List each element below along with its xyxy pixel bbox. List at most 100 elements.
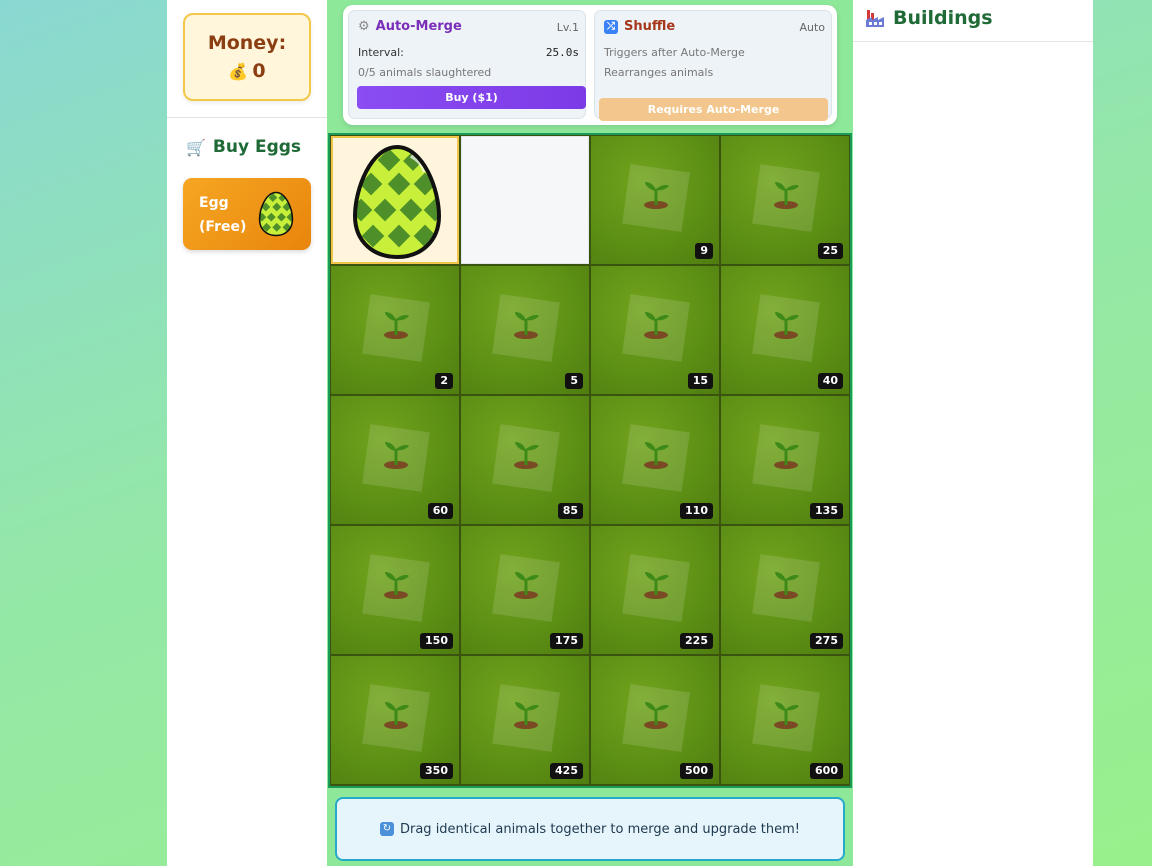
grid-cell-grass[interactable]: 9 [591,136,719,264]
grid-cell-grass[interactable]: 500 [591,656,719,784]
egg-icon [258,191,294,237]
cell-value-badge: 275 [810,633,843,649]
cell-value-badge: 225 [680,633,713,649]
cell-value-badge: 40 [817,373,843,389]
sprout-icon [511,695,541,729]
sprout-icon [641,175,671,209]
auto-merge-title: ⚙ Auto-Merge [358,19,462,34]
sprout-icon [381,695,411,729]
grid-cell-grass[interactable]: 5 [461,266,589,394]
egg-button-line1: Egg [199,195,229,211]
shuffle-card: ⤮ Shuffle Auto Triggers after Auto-Merge… [594,10,832,121]
buy-eggs-heading: 🛒 Buy Eggs [186,137,301,157]
shuffle-desc-2: Rearranges animals [604,66,714,79]
buy-eggs-title: Buy Eggs [212,137,302,157]
grid-cell-grass[interactable]: 25 [721,136,849,264]
cell-value-badge: 350 [420,763,453,779]
shuffle-desc-1: Triggers after Auto-Merge [604,46,745,59]
divider [167,117,327,118]
grid-cell-grass[interactable]: 110 [591,396,719,524]
buildings-title: Buildings [893,7,993,29]
cell-value-badge: 175 [550,633,583,649]
sprout-icon [771,175,801,209]
sprout-icon [641,435,671,469]
refresh-icon: ↻ [379,822,394,836]
sprout-icon [511,305,541,339]
grid-cell-grass[interactable]: 2 [331,266,459,394]
shuffle-title-text: Shuffle [624,19,676,34]
grid-cell-grass[interactable]: 60 [331,396,459,524]
hint-banner: ↻ Drag identical animals together to mer… [335,797,845,861]
merge-grid: 9 25 2 5 15 40 60 85 110 135 150 175 225 275 350 425 500… [328,133,852,788]
cell-value-badge: 500 [680,763,713,779]
sprout-icon [511,565,541,599]
right-panel: Buildings [853,0,1093,866]
cart-icon: 🛒 [186,137,206,157]
cell-value-badge: 5 [565,373,583,389]
cell-value-badge: 425 [550,763,583,779]
grid-cell-grass[interactable]: 150 [331,526,459,654]
cell-value-badge: 110 [680,503,713,519]
sprout-icon [771,435,801,469]
gear-icon: ⚙ [358,19,370,34]
auto-merge-title-text: Auto-Merge [375,19,462,34]
slaughter-progress: 0/5 animals slaughtered [358,66,492,79]
grid-cell-grass[interactable]: 175 [461,526,589,654]
cell-value-badge: 150 [420,633,453,649]
egg-icon [352,144,442,260]
left-panel: Money: 💰 0 🛒 Buy Eggs Egg (Free) [167,0,327,866]
grid-cell-grass[interactable]: 600 [721,656,849,784]
cell-value-badge: 600 [810,763,843,779]
game-column: ⚙ Auto-Merge Lv.1 Interval: 25.0s 0/5 an… [327,0,853,866]
buy-egg-button[interactable]: Egg (Free) [183,178,311,250]
grid-cell-grass[interactable]: 135 [721,396,849,524]
cell-value-badge: 15 [687,373,713,389]
interval-label: Interval: [358,46,404,59]
money-value-row: 💰 0 [185,60,309,82]
buildings-heading: Buildings [865,7,993,29]
sprout-icon [381,565,411,599]
grid-cell-grass[interactable]: 425 [461,656,589,784]
grid-cell-egg[interactable] [331,136,459,264]
egg-button-label: Egg (Free) [199,191,246,239]
grid-cell-grass[interactable]: 275 [721,526,849,654]
grid-cell-grass[interactable]: 15 [591,266,719,394]
sprout-icon [641,695,671,729]
auto-merge-card: ⚙ Auto-Merge Lv.1 Interval: 25.0s 0/5 an… [348,10,586,119]
cell-value-badge: 25 [817,243,843,259]
money-value: 0 [252,60,266,82]
grid-cell-empty [461,136,589,264]
hint-text: Drag identical animals together to merge… [399,821,801,837]
money-display: Money: 💰 0 [183,13,311,101]
shuffle-title: ⤮ Shuffle [604,19,675,34]
auto-merge-level: Lv.1 [556,21,579,34]
cell-value-badge: 135 [810,503,843,519]
shuffle-icon: ⤮ [604,19,618,34]
cell-value-badge: 60 [427,503,453,519]
sprout-icon [641,565,671,599]
buy-auto-merge-button[interactable]: Buy ($1) [357,86,586,109]
money-label: Money: [207,32,287,54]
egg-button-line2: (Free) [199,219,247,235]
cell-value-badge: 9 [695,243,713,259]
upgrades-panel: ⚙ Auto-Merge Lv.1 Interval: 25.0s 0/5 an… [343,5,837,125]
sprout-icon [771,565,801,599]
sprout-icon [771,305,801,339]
divider [853,41,1093,42]
grid-cell-grass[interactable]: 40 [721,266,849,394]
cell-value-badge: 85 [557,503,583,519]
shuffle-mode: Auto [799,21,825,34]
money-bag-icon: 💰 [228,61,249,81]
sprout-icon [381,435,411,469]
grid-cell-grass[interactable]: 350 [331,656,459,784]
cell-value-badge: 2 [435,373,453,389]
grid-cell-grass[interactable]: 85 [461,396,589,524]
factory-icon [866,10,884,27]
sprout-icon [771,695,801,729]
sprout-icon [511,435,541,469]
sprout-icon [641,305,671,339]
interval-value: 25.0s [545,46,579,59]
shuffle-requires-button: Requires Auto-Merge [599,98,828,121]
sprout-icon [381,305,411,339]
grid-cell-grass[interactable]: 225 [591,526,719,654]
